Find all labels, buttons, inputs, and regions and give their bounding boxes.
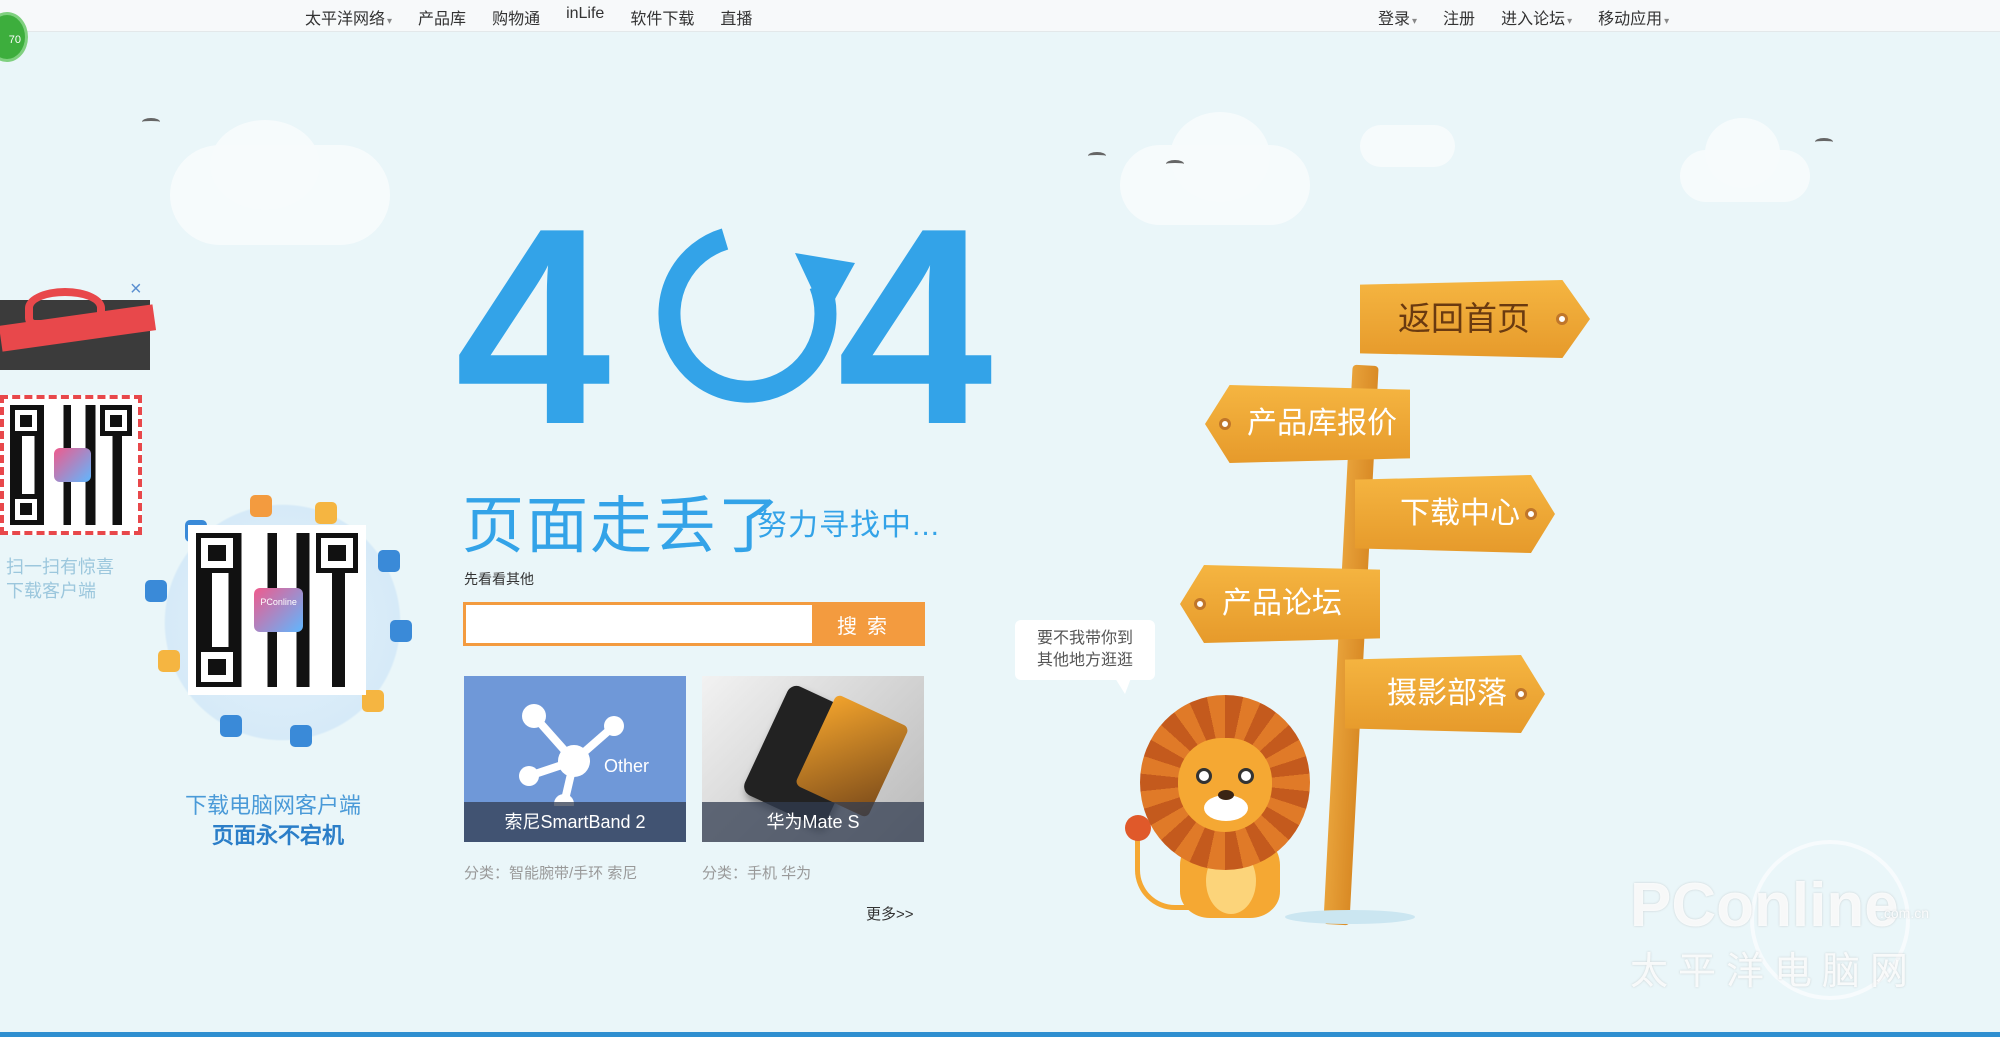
gift-caption: 扫一扫有惊喜 下载客户端	[6, 555, 114, 603]
client-qr-code: PConline	[188, 525, 366, 695]
sign-label: 摄影部落	[1387, 676, 1507, 711]
nav-item-login[interactable]: 登录 ▾	[1378, 5, 1417, 29]
mouse-icon	[220, 715, 242, 737]
gift-qr-code	[0, 395, 142, 535]
search-box: 搜索	[463, 602, 925, 646]
card-title: 索尼SmartBand 2	[464, 802, 686, 842]
error-404-graphic: 4 4	[455, 195, 995, 435]
nav-label: 进入论坛	[1501, 11, 1566, 28]
speech-bubble: 要不我带你到 其他地方逛逛	[1015, 620, 1155, 694]
nail-icon	[1219, 418, 1231, 430]
watermark-cn: 太平洋电脑网	[1630, 949, 1919, 993]
sign-product-price[interactable]: 产品库报价	[1205, 385, 1410, 463]
gift-caption-line: 扫一扫有惊喜	[6, 557, 114, 577]
refresh-icon	[658, 228, 855, 403]
nav-item-shopping[interactable]: 购物通	[492, 5, 540, 29]
corner-badge[interactable]: 70	[0, 12, 28, 62]
page: 70 太平洋网络 ▾ 产品库 购物通 inLife 软件下载 直播 登录 ▾ 注册 …	[0, 0, 2000, 1037]
keyboard-icon	[290, 725, 312, 747]
close-icon[interactable]: ×	[130, 278, 142, 301]
sign-label: 下载中心	[1400, 496, 1520, 531]
bottom-border	[0, 1032, 2000, 1037]
sign-home[interactable]: 返回首页	[1360, 280, 1590, 358]
nav-item-product-library[interactable]: 产品库	[418, 5, 466, 29]
chevron-down-icon: ▾	[1412, 16, 1418, 27]
nav-item-software-download[interactable]: 软件下载	[630, 5, 694, 29]
gift-caption-line: 下载客户端	[6, 581, 96, 601]
bird-icon	[1088, 152, 1106, 160]
sign-label: 产品论坛	[1222, 586, 1342, 621]
nail-icon	[1525, 508, 1537, 520]
client-qr-cluster: PConline	[140, 490, 425, 755]
page-title: 页面走丢了	[462, 492, 783, 561]
nav-label: 登录	[1378, 11, 1411, 28]
pconline-watermark: PConline .com.cn 太平洋电脑网	[1630, 840, 1970, 1000]
cloud	[1360, 125, 1455, 167]
sign-download-center[interactable]: 下载中心	[1355, 475, 1555, 553]
bird-icon	[1815, 138, 1833, 146]
watch-icon	[145, 580, 167, 602]
top-nav-left: 太平洋网络 ▾ 产品库 购物通 inLife 软件下载 直播	[305, 5, 752, 29]
sign-photography[interactable]: 摄影部落	[1345, 655, 1545, 733]
nav-item-forum[interactable]: 进入论坛 ▾	[1501, 5, 1572, 29]
sign-label: 产品库报价	[1247, 406, 1397, 441]
nail-icon	[1556, 313, 1568, 325]
lion-eye	[1196, 768, 1212, 784]
nav-label: 移动应用	[1598, 11, 1663, 28]
lion-nose	[1218, 790, 1234, 800]
sign-product-forum[interactable]: 产品论坛	[1180, 565, 1380, 643]
chevron-down-icon: ▾	[1567, 16, 1573, 27]
top-nav-right: 登录 ▾ 注册 进入论坛 ▾ 移动应用 ▾	[1378, 5, 1669, 29]
cloud	[1705, 118, 1780, 188]
top-nav-bar: 70 太平洋网络 ▾ 产品库 购物通 inLife 软件下载 直播 登录 ▾ 注册 …	[0, 0, 2000, 62]
more-link[interactable]: 更多>>	[866, 903, 914, 924]
card-title: 华为Mate S	[702, 802, 924, 842]
chevron-down-icon: ▾	[387, 16, 393, 27]
speech-line: 其他地方逛逛	[1036, 652, 1133, 669]
qr-code-image: PConline	[196, 533, 358, 687]
lion-eye	[1238, 768, 1254, 784]
chevron-down-icon: ▾	[1664, 16, 1670, 27]
share-network-icon	[519, 704, 624, 806]
product-card-huawei[interactable]: 华为Mate S	[702, 676, 924, 842]
qr-code-image	[10, 405, 132, 525]
error-code-digit: 4	[455, 195, 613, 435]
page-subtitle: 努力寻找中...	[757, 509, 941, 542]
ground-shadow	[1285, 910, 1415, 924]
camera-icon	[250, 495, 272, 517]
client-download-link[interactable]: 下载电脑网客户端	[185, 788, 361, 820]
nav-item-mobile-apps[interactable]: 移动应用 ▾	[1598, 5, 1669, 29]
speech-line: 要不我带你到	[1036, 630, 1133, 647]
gift-qr-panel: × 扫一扫有惊喜 下载客户端	[0, 270, 157, 601]
client-slogan: 页面永不宕机	[212, 823, 345, 848]
nav-item-live[interactable]: 直播	[720, 5, 752, 29]
pconline-logo-icon	[53, 448, 91, 482]
tablet-icon	[315, 502, 337, 524]
phone-icon	[378, 550, 400, 572]
nav-item-inlife[interactable]: inLife	[566, 5, 604, 29]
card-category: 分类：手机 华为	[702, 865, 812, 882]
watermark-domain: .com.cn	[1880, 905, 1930, 921]
watermark-brand: PConline	[1630, 871, 1899, 940]
card-badge: Other	[604, 756, 650, 776]
nav-item-register[interactable]: 注册	[1443, 5, 1475, 29]
error-code-digit: 4	[837, 195, 995, 435]
nav-label: 太平洋网络	[305, 11, 386, 28]
cloud	[210, 120, 320, 210]
printer-icon	[158, 650, 180, 672]
search-input[interactable]	[466, 605, 812, 643]
search-label: 先看看其他	[464, 571, 534, 587]
laptop-icon	[390, 620, 412, 642]
bird-icon	[1166, 160, 1184, 168]
cloud	[1170, 112, 1270, 202]
product-card-sony[interactable]: Other 索尼SmartBand 2	[464, 676, 686, 842]
nail-icon	[1194, 598, 1206, 610]
nav-item-pcgroup[interactable]: 太平洋网络 ▾	[305, 5, 392, 29]
sign-label: 返回首页	[1398, 299, 1530, 338]
nail-icon	[1515, 688, 1527, 700]
card-category: 分类：智能腕带/手环 索尼	[464, 865, 638, 882]
search-button[interactable]: 搜索	[812, 605, 922, 643]
bird-icon	[142, 118, 160, 126]
pconline-logo-icon: PConline	[254, 588, 303, 632]
